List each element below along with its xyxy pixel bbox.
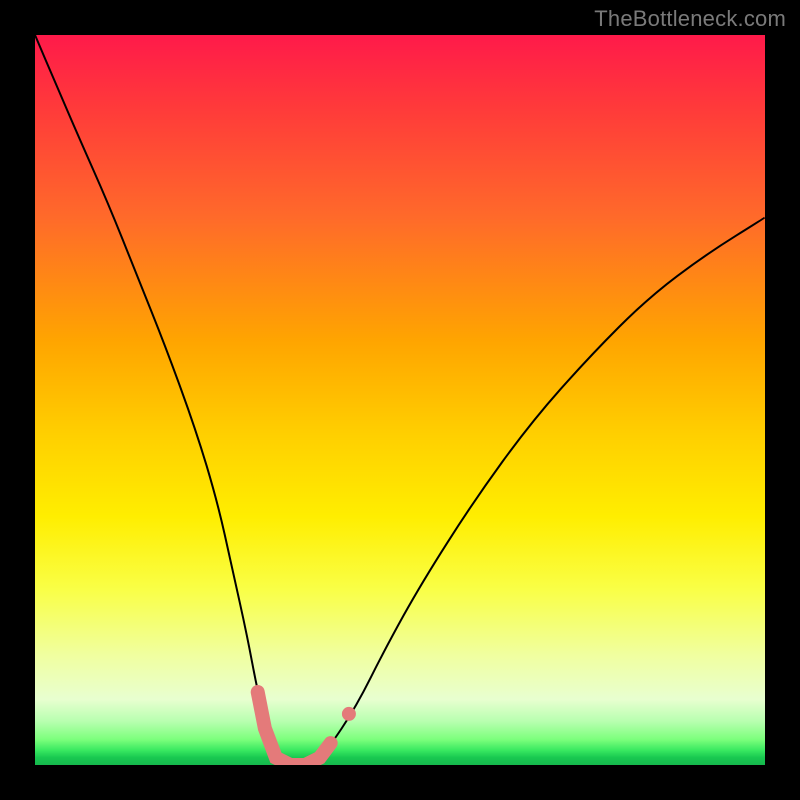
chart-svg bbox=[35, 35, 765, 765]
optimal-range-dot bbox=[342, 707, 356, 721]
optimal-range-marker bbox=[258, 692, 331, 765]
watermark-text: TheBottleneck.com bbox=[594, 6, 786, 32]
plot-area bbox=[35, 35, 765, 765]
bottleneck-curve bbox=[35, 35, 765, 765]
chart-frame: TheBottleneck.com bbox=[0, 0, 800, 800]
